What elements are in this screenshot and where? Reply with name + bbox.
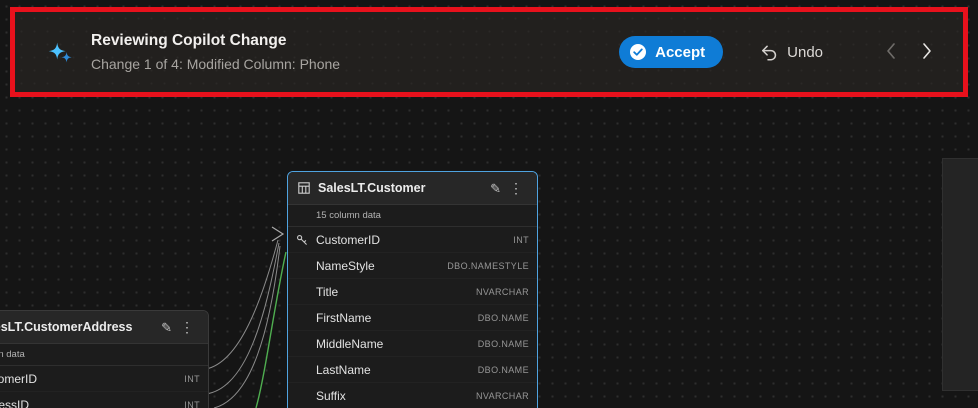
table-card-header[interactable]: SalesLT.Customer ✎ ⋮ [288, 172, 537, 205]
column-row-addressid[interactable]: AddressID INT [0, 391, 208, 408]
column-type: NVARCHAR [476, 391, 529, 401]
banner-title: Reviewing Copilot Change [91, 30, 340, 52]
checkmark-circle-icon [629, 43, 647, 61]
table-menu-icon[interactable]: ⋮ [505, 181, 527, 195]
column-name: Suffix [316, 389, 346, 403]
schema-designer-canvas: Reviewing Copilot Change Change 1 of 4: … [0, 0, 978, 408]
column-row-namestyle[interactable]: NameStyle DBO.NAMESTYLE [288, 252, 537, 278]
column-name: CustomerID [0, 372, 37, 386]
column-count-label: column data [0, 344, 208, 366]
table-card-customeraddress[interactable]: SalesLT.CustomerAddress ✎ ⋮ column data … [0, 310, 209, 408]
banner-actions: Accept Undo [619, 36, 933, 68]
copilot-sparkle-icon [45, 37, 75, 67]
column-name: AddressID [0, 398, 29, 408]
column-name: MiddleName [316, 337, 383, 351]
banner-text: Reviewing Copilot Change Change 1 of 4: … [91, 30, 340, 75]
column-row-middlename[interactable]: MiddleName DBO.NAME [288, 330, 537, 356]
table-name: SalesLT.CustomerAddress [0, 320, 132, 334]
edit-table-icon[interactable]: ✎ [486, 182, 505, 195]
next-change-button[interactable] [922, 41, 933, 64]
column-row-firstname[interactable]: FirstName DBO.NAME [288, 304, 537, 330]
table-icon [298, 182, 310, 194]
primary-key-icon [288, 234, 316, 246]
offscreen-table-fragment[interactable] [942, 158, 978, 391]
copilot-review-banner: Reviewing Copilot Change Change 1 of 4: … [15, 12, 963, 92]
banner-subtitle: Change 1 of 4: Modified Column: Phone [91, 54, 340, 74]
table-menu-icon[interactable]: ⋮ [176, 320, 198, 334]
column-type: INT [184, 400, 200, 408]
copilot-review-banner-highlight: Reviewing Copilot Change Change 1 of 4: … [10, 7, 968, 97]
column-row-customerid[interactable]: CustomerID INT [0, 366, 208, 391]
column-name: LastName [316, 363, 371, 377]
column-row-customerid[interactable]: CustomerID INT [288, 227, 537, 252]
column-type: NVARCHAR [476, 287, 529, 297]
column-type: DBO.NAMESTYLE [447, 261, 529, 271]
column-row-title[interactable]: Title NVARCHAR [288, 278, 537, 304]
column-row-lastname[interactable]: LastName DBO.NAME [288, 356, 537, 382]
column-name: CustomerID [316, 233, 380, 247]
column-type: DBO.NAME [478, 365, 529, 375]
column-count-label: 15 column data [288, 205, 537, 227]
accept-label: Accept [655, 44, 705, 61]
chevron-right-icon [922, 41, 933, 61]
accept-button[interactable]: Accept [619, 36, 723, 68]
column-type: INT [184, 374, 200, 384]
undo-button[interactable]: Undo [753, 42, 829, 63]
table-name: SalesLT.Customer [318, 181, 425, 195]
column-name: FirstName [316, 311, 371, 325]
column-row-suffix[interactable]: Suffix NVARCHAR [288, 382, 537, 408]
undo-icon [759, 43, 778, 62]
edit-table-icon[interactable]: ✎ [157, 321, 176, 334]
edge-arrowhead [272, 227, 283, 241]
column-name: Title [316, 285, 338, 299]
column-type: DBO.NAME [478, 339, 529, 349]
column-name: NameStyle [316, 259, 375, 273]
undo-label: Undo [787, 44, 823, 61]
previous-change-button[interactable] [885, 41, 896, 64]
column-type: DBO.NAME [478, 313, 529, 323]
table-card-customer[interactable]: SalesLT.Customer ✎ ⋮ 15 column data Cust… [287, 171, 538, 408]
chevron-left-icon [885, 41, 896, 61]
column-type: INT [513, 235, 529, 245]
table-card-header[interactable]: SalesLT.CustomerAddress ✎ ⋮ [0, 311, 208, 344]
